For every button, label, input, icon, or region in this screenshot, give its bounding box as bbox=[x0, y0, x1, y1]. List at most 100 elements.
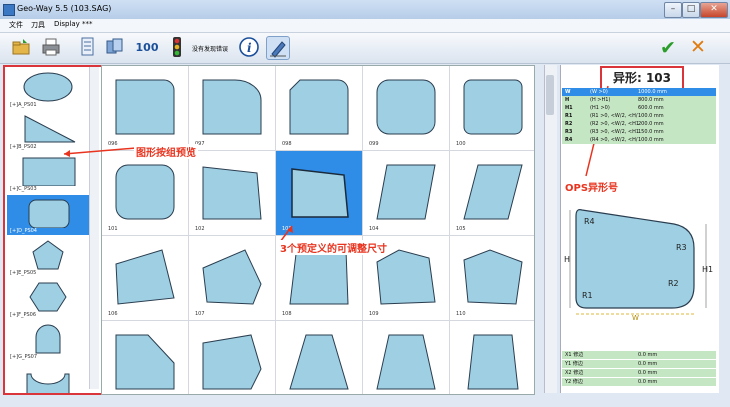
shape-cell[interactable] bbox=[102, 321, 189, 394]
param-value[interactable]: 100.0 mm bbox=[638, 112, 664, 120]
param-name: H bbox=[565, 97, 570, 103]
param-value[interactable]: 200.0 mm bbox=[638, 120, 664, 128]
param-value[interactable]: 1000.0 mm bbox=[638, 88, 667, 96]
param-value[interactable]: 150.0 mm bbox=[638, 128, 664, 136]
shape-group-item[interactable] bbox=[7, 363, 90, 393]
shape-cell[interactable]: 101 bbox=[102, 151, 189, 236]
param-desc: (H1 >0) bbox=[590, 105, 610, 111]
shape-preview: R4 R3 R2 R1 H H1 W bbox=[564, 209, 713, 320]
document-button[interactable] bbox=[76, 36, 98, 58]
annotation-dimensions: 3个预定义的可调整尺寸 bbox=[278, 240, 389, 255]
trim-row[interactable]: Y2 修边 0.0 mm bbox=[562, 378, 716, 386]
preview-label-h1: H1 bbox=[702, 265, 713, 274]
menu-display[interactable]: Display *** bbox=[54, 20, 93, 28]
shape-thumbnail bbox=[376, 334, 436, 390]
shape-group-label: [+]G_PS07 bbox=[10, 354, 38, 360]
shape-cell[interactable] bbox=[363, 321, 450, 394]
menu-file[interactable]: 文件 bbox=[9, 20, 23, 30]
trim-value[interactable]: 0.0 mm bbox=[638, 351, 657, 359]
param-name: W bbox=[565, 89, 571, 95]
param-value[interactable]: 800.0 mm bbox=[638, 96, 664, 104]
printer-icon bbox=[42, 38, 60, 56]
param-value[interactable]: 600.0 mm bbox=[638, 104, 664, 112]
minimize-button[interactable]: – bbox=[664, 2, 682, 18]
param-row[interactable]: R3 (R3 >0, <W/2, <H1 150.0 mm bbox=[562, 128, 716, 136]
info-icon: i bbox=[239, 37, 259, 57]
param-row[interactable]: R1 (R1 >0, <W/2, <H/ 100.0 mm bbox=[562, 112, 716, 120]
trim-value[interactable]: 0.0 mm bbox=[638, 369, 657, 377]
maximize-button[interactable]: □ bbox=[682, 2, 700, 18]
shape-cell[interactable]: 097 bbox=[189, 66, 276, 151]
shape-cell[interactable]: 098 bbox=[276, 66, 363, 151]
left-scrollbar[interactable] bbox=[89, 67, 99, 389]
trim-value[interactable]: 0.0 mm bbox=[638, 378, 657, 386]
preview-label-h: H bbox=[564, 255, 570, 264]
rounded-rectangle-shape bbox=[28, 199, 70, 228]
document-icon bbox=[81, 37, 94, 56]
window-title: Geo-Way 5.5 (103.SAG) bbox=[17, 4, 112, 13]
param-value[interactable]: 100.0 mm bbox=[638, 136, 664, 144]
grid-scrollbar-thumb[interactable] bbox=[546, 75, 554, 115]
shape-number: 098 bbox=[282, 141, 292, 147]
shape-cell[interactable] bbox=[276, 321, 363, 394]
shape-cell[interactable]: 102 bbox=[189, 151, 276, 236]
trim-value[interactable]: 0.0 mm bbox=[638, 360, 657, 368]
shape-group-item[interactable]: [+]G_PS07 bbox=[7, 321, 90, 361]
shape-cell[interactable]: 099 bbox=[363, 66, 450, 151]
param-row[interactable]: W (W >0) 1000.0 mm bbox=[562, 88, 716, 96]
print-button[interactable] bbox=[40, 36, 62, 58]
preview-label-r4: R4 bbox=[584, 217, 595, 226]
traffic-light-button[interactable] bbox=[166, 36, 188, 58]
param-row[interactable]: H1 (H1 >0) 600.0 mm bbox=[562, 104, 716, 112]
shape-thumbnail bbox=[289, 79, 349, 135]
shape-cell[interactable]: 105 bbox=[450, 151, 534, 236]
shape-cell[interactable]: 110 bbox=[450, 236, 534, 321]
shape-number: 100 bbox=[456, 141, 466, 147]
shape-cell[interactable] bbox=[450, 321, 534, 394]
shape-cell[interactable] bbox=[189, 321, 276, 394]
preview-label-w: W bbox=[632, 314, 639, 320]
preview-label-r1: R1 bbox=[582, 291, 593, 300]
close-button[interactable]: ✕ bbox=[700, 2, 728, 18]
param-name: H1 bbox=[565, 105, 573, 111]
param-row[interactable]: R4 (R4 >0, <W/2, <H/ 100.0 mm bbox=[562, 136, 716, 144]
shape-cell[interactable]: 096 bbox=[102, 66, 189, 151]
shape-group-item[interactable]: [+]A_PS01 bbox=[7, 69, 90, 109]
cancel-button[interactable]: ✕ bbox=[690, 36, 706, 58]
hexagon-shape bbox=[29, 282, 67, 312]
copy-button[interactable] bbox=[104, 36, 126, 58]
param-row[interactable]: R2 (R2 >0, <W/2, <H1 200.0 mm bbox=[562, 120, 716, 128]
open-folder-button[interactable] bbox=[10, 36, 32, 58]
shape-number: 110 bbox=[456, 311, 466, 317]
trim-row[interactable]: X1 修边 0.0 mm bbox=[562, 351, 716, 359]
shape-group-label: [+]C_PS03 bbox=[10, 186, 37, 192]
shape-group-item[interactable]: [+]F_PS06 bbox=[7, 279, 90, 319]
param-row[interactable]: H (H >H1) 800.0 mm bbox=[562, 96, 716, 104]
ellipse-shape bbox=[23, 72, 73, 102]
trim-row[interactable]: Y1 修边 0.0 mm bbox=[562, 360, 716, 368]
info-button[interactable]: i bbox=[238, 36, 260, 58]
shape-thumbnail bbox=[467, 334, 519, 390]
trim-name: Y2 修边 bbox=[565, 379, 583, 385]
shape-group-label: [+]F_PS06 bbox=[10, 312, 37, 318]
counter-button[interactable]: 100 bbox=[134, 36, 160, 58]
shape-cell[interactable]: 107 bbox=[189, 236, 276, 321]
shape-group-item-selected[interactable]: [+]D_PS04 bbox=[7, 195, 90, 235]
shape-group-item[interactable]: [+]E_PS05 bbox=[7, 237, 90, 277]
shape-cell[interactable]: 100 bbox=[450, 66, 534, 151]
preview-label-r2: R2 bbox=[668, 279, 679, 288]
shape-thumbnail bbox=[115, 249, 175, 305]
shape-cell[interactable]: 104 bbox=[363, 151, 450, 236]
notch-shape bbox=[26, 373, 70, 393]
ok-button[interactable]: ✔ bbox=[660, 37, 676, 59]
app-icon bbox=[3, 4, 15, 16]
edit-button[interactable] bbox=[266, 36, 290, 60]
trim-row[interactable]: X2 修边 0.0 mm bbox=[562, 369, 716, 377]
menu-tools[interactable]: 刀具 bbox=[31, 20, 45, 30]
shape-cell[interactable]: 106 bbox=[102, 236, 189, 321]
shape-group-label: [+]B_PS02 bbox=[10, 144, 37, 150]
param-desc: (R3 >0, <W/2, <H1 bbox=[590, 129, 640, 135]
error-status-button[interactable]: 没有发现错误 bbox=[192, 44, 228, 53]
param-desc: (R1 >0, <W/2, <H/ bbox=[590, 113, 638, 119]
shape-number: 107 bbox=[195, 311, 205, 317]
